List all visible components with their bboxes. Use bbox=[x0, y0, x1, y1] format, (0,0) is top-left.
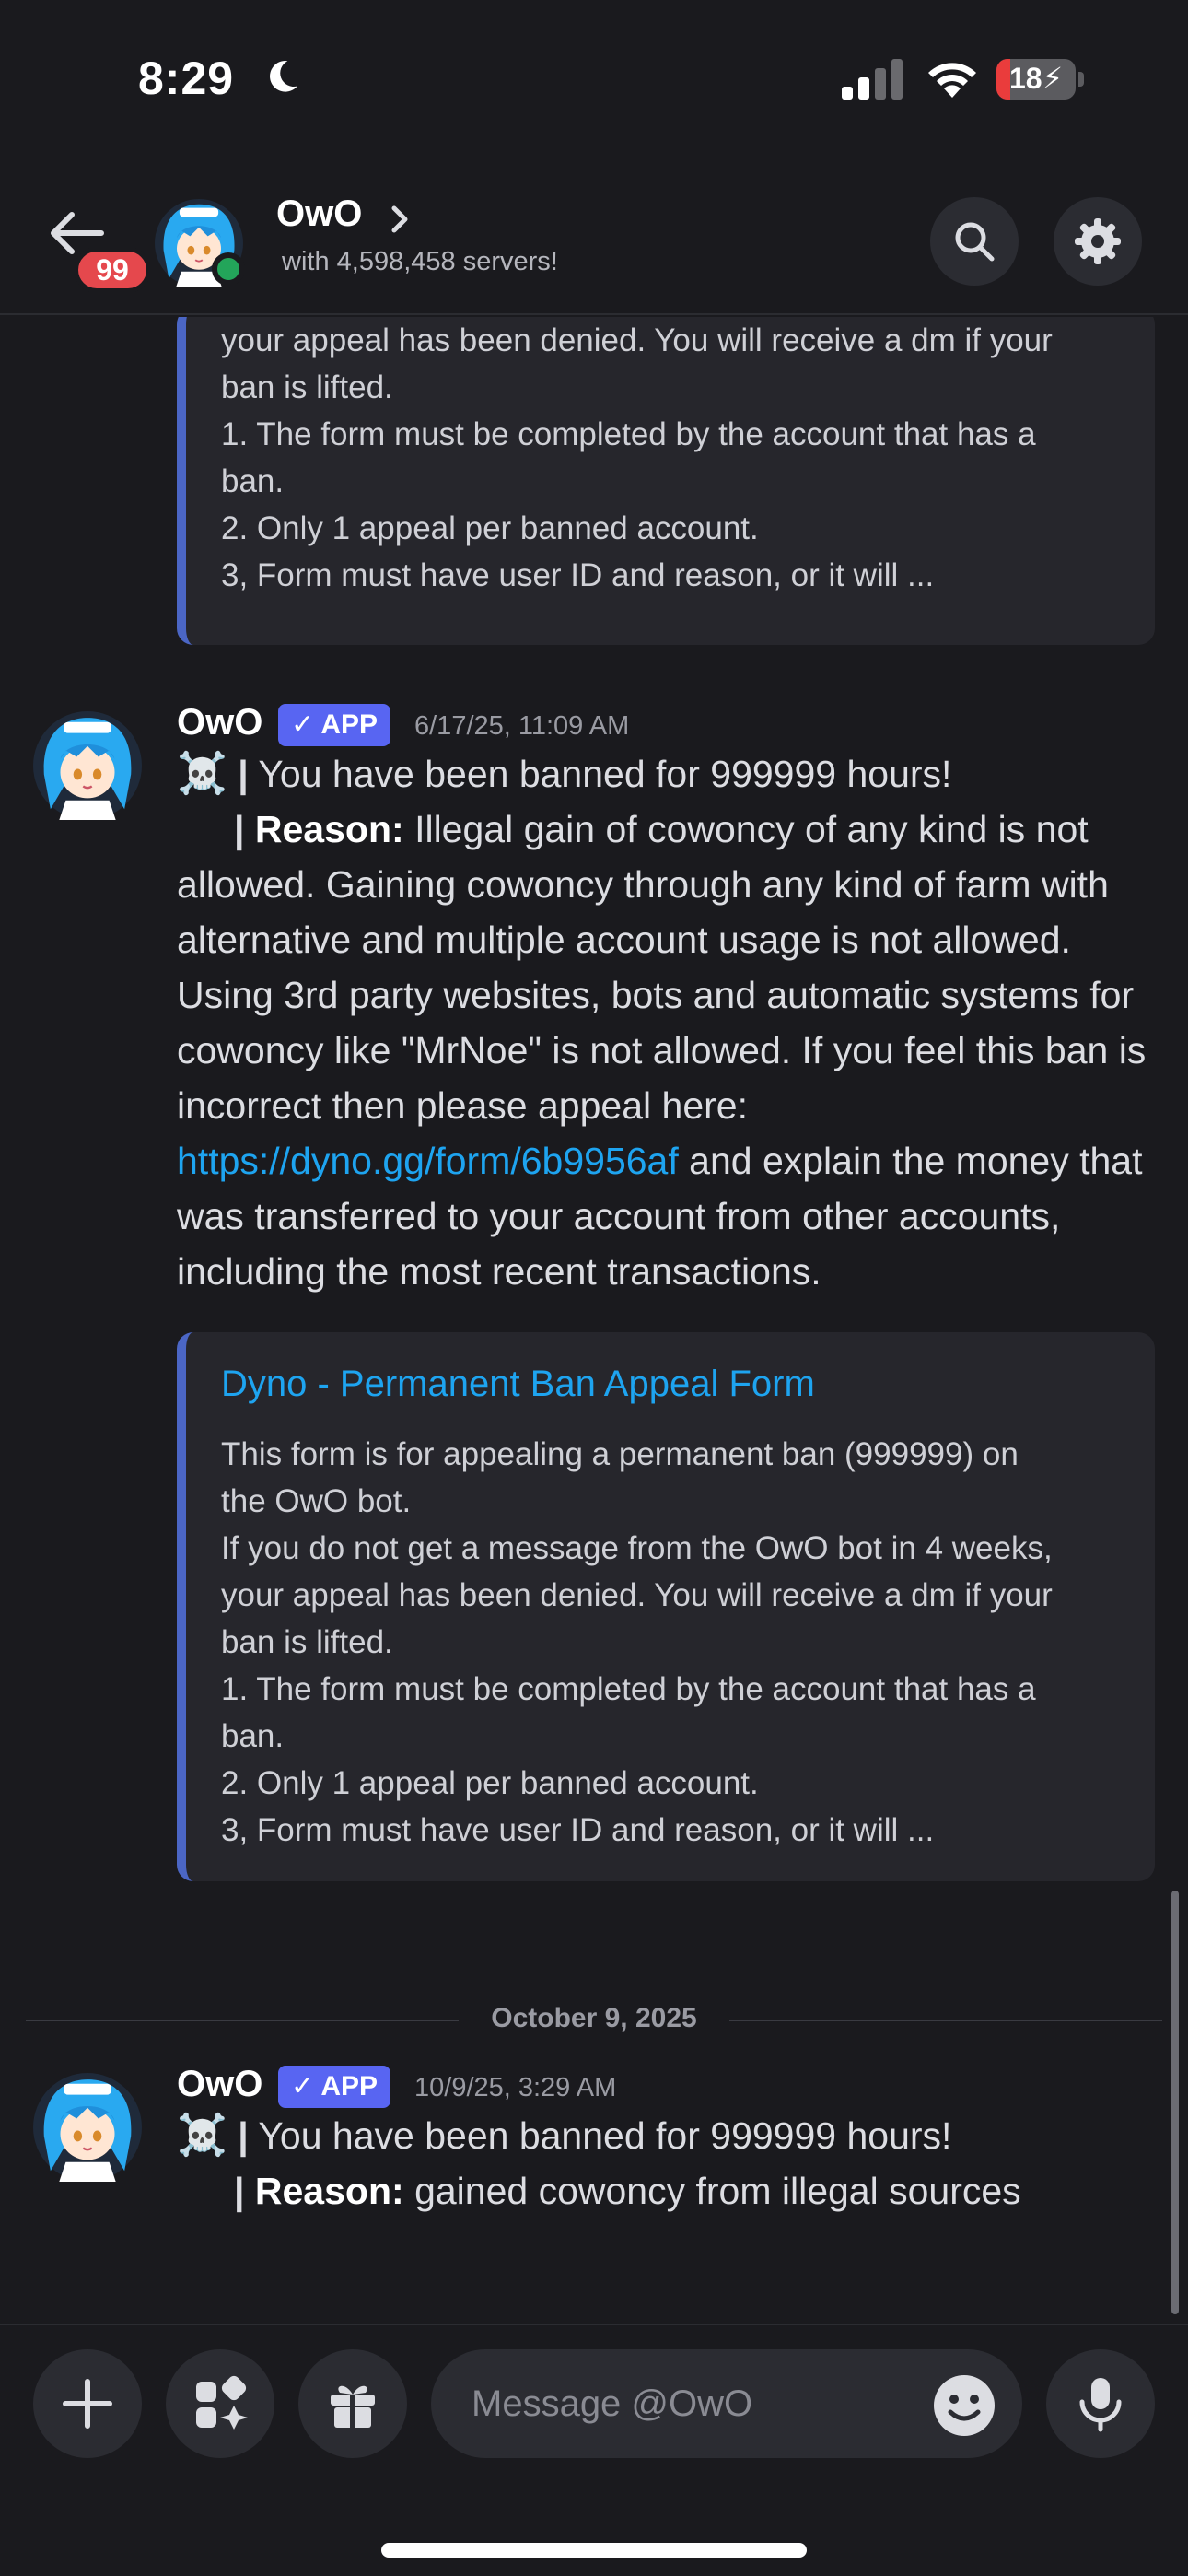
cellular-signal-icon bbox=[842, 59, 903, 100]
reason-label: Reason: bbox=[254, 2170, 404, 2212]
apps-icon bbox=[196, 2375, 248, 2430]
ban-headline: You have been banned for 999999 hours! bbox=[258, 753, 952, 795]
message-author[interactable]: OwO bbox=[177, 702, 262, 744]
message-timestamp: 6/17/25, 11:09 AM bbox=[414, 711, 630, 741]
home-indicator[interactable] bbox=[381, 2543, 807, 2558]
channel-name[interactable]: OwO bbox=[276, 193, 362, 235]
search-icon bbox=[955, 222, 995, 262]
chat-header: 99 OwO with 4,598,458 servers! bbox=[0, 157, 1188, 315]
chevron-right-icon[interactable] bbox=[387, 203, 413, 236]
reason-text: gained cowoncy from illegal sources bbox=[414, 2170, 1021, 2212]
settings-button[interactable] bbox=[1054, 197, 1142, 286]
embed-card[interactable]: your appeal has been denied. You will re… bbox=[177, 317, 1155, 645]
embed-description: This form is for appealing a permanent b… bbox=[221, 1436, 1053, 1848]
avatar[interactable] bbox=[33, 2073, 142, 2182]
message-content: ☠️ | You have been banned for 999999 hou… bbox=[177, 751, 1147, 1293]
embed-description: your appeal has been denied. You will re… bbox=[221, 322, 1053, 593]
moon-icon bbox=[270, 61, 297, 92]
wifi-icon bbox=[928, 63, 976, 98]
status-bar: 8:29 18⚡ bbox=[0, 0, 1188, 157]
message-composer bbox=[0, 2324, 1188, 2576]
date-divider-label: October 9, 2025 bbox=[491, 2003, 697, 2033]
emoji-icon[interactable] bbox=[932, 2373, 996, 2438]
embed-title[interactable]: Dyno - Permanent Ban Appeal Form bbox=[221, 1364, 1118, 1405]
charging-bolt-icon: ⚡ bbox=[1042, 62, 1064, 95]
search-button[interactable] bbox=[930, 197, 1019, 286]
plus-icon bbox=[63, 2379, 112, 2429]
voice-message-button[interactable] bbox=[1046, 2349, 1155, 2458]
scrollbar[interactable] bbox=[1171, 1891, 1179, 2314]
online-status-dot bbox=[212, 252, 245, 286]
appeal-link[interactable]: https://dyno.gg/form/6b9956af bbox=[177, 1140, 679, 1182]
date-divider: October 9, 2025 bbox=[26, 1992, 1162, 2047]
reason-label: Reason: bbox=[254, 808, 404, 850]
channel-subtitle: with 4,598,458 servers! bbox=[282, 247, 558, 276]
skull-icon: ☠️ bbox=[177, 751, 227, 796]
message-timestamp: 10/9/25, 3:29 AM bbox=[414, 2073, 617, 2102]
add-button[interactable] bbox=[33, 2349, 142, 2458]
app-tag: ✓ APP bbox=[278, 2066, 391, 2108]
embed-card[interactable]: Dyno - Permanent Ban Appeal Form This fo… bbox=[177, 1332, 1155, 1881]
message-author[interactable]: OwO bbox=[177, 2064, 262, 2105]
microphone-icon bbox=[1079, 2378, 1122, 2432]
app-tag: ✓ APP bbox=[278, 704, 391, 746]
ban-headline: You have been banned for 999999 hours! bbox=[258, 2114, 952, 2157]
message-list[interactable]: your appeal has been denied. You will re… bbox=[0, 317, 1188, 2324]
avatar[interactable] bbox=[33, 711, 142, 820]
unread-badge: 99 bbox=[74, 247, 151, 293]
gift-button[interactable] bbox=[298, 2349, 407, 2458]
gift-icon bbox=[331, 2385, 375, 2428]
skull-icon: ☠️ bbox=[177, 2113, 227, 2158]
battery-level: 18⚡ bbox=[1008, 62, 1064, 95]
apps-button[interactable] bbox=[166, 2349, 274, 2458]
status-time: 8:29 bbox=[138, 53, 235, 104]
gear-icon bbox=[1075, 218, 1121, 264]
reason-text: Illegal gain of cowoncy of any kind is n… bbox=[177, 808, 1147, 1127]
message-content: ☠️ | You have been banned for 999999 hou… bbox=[177, 2113, 1021, 2212]
battery-indicator: 18⚡ bbox=[996, 59, 1085, 100]
